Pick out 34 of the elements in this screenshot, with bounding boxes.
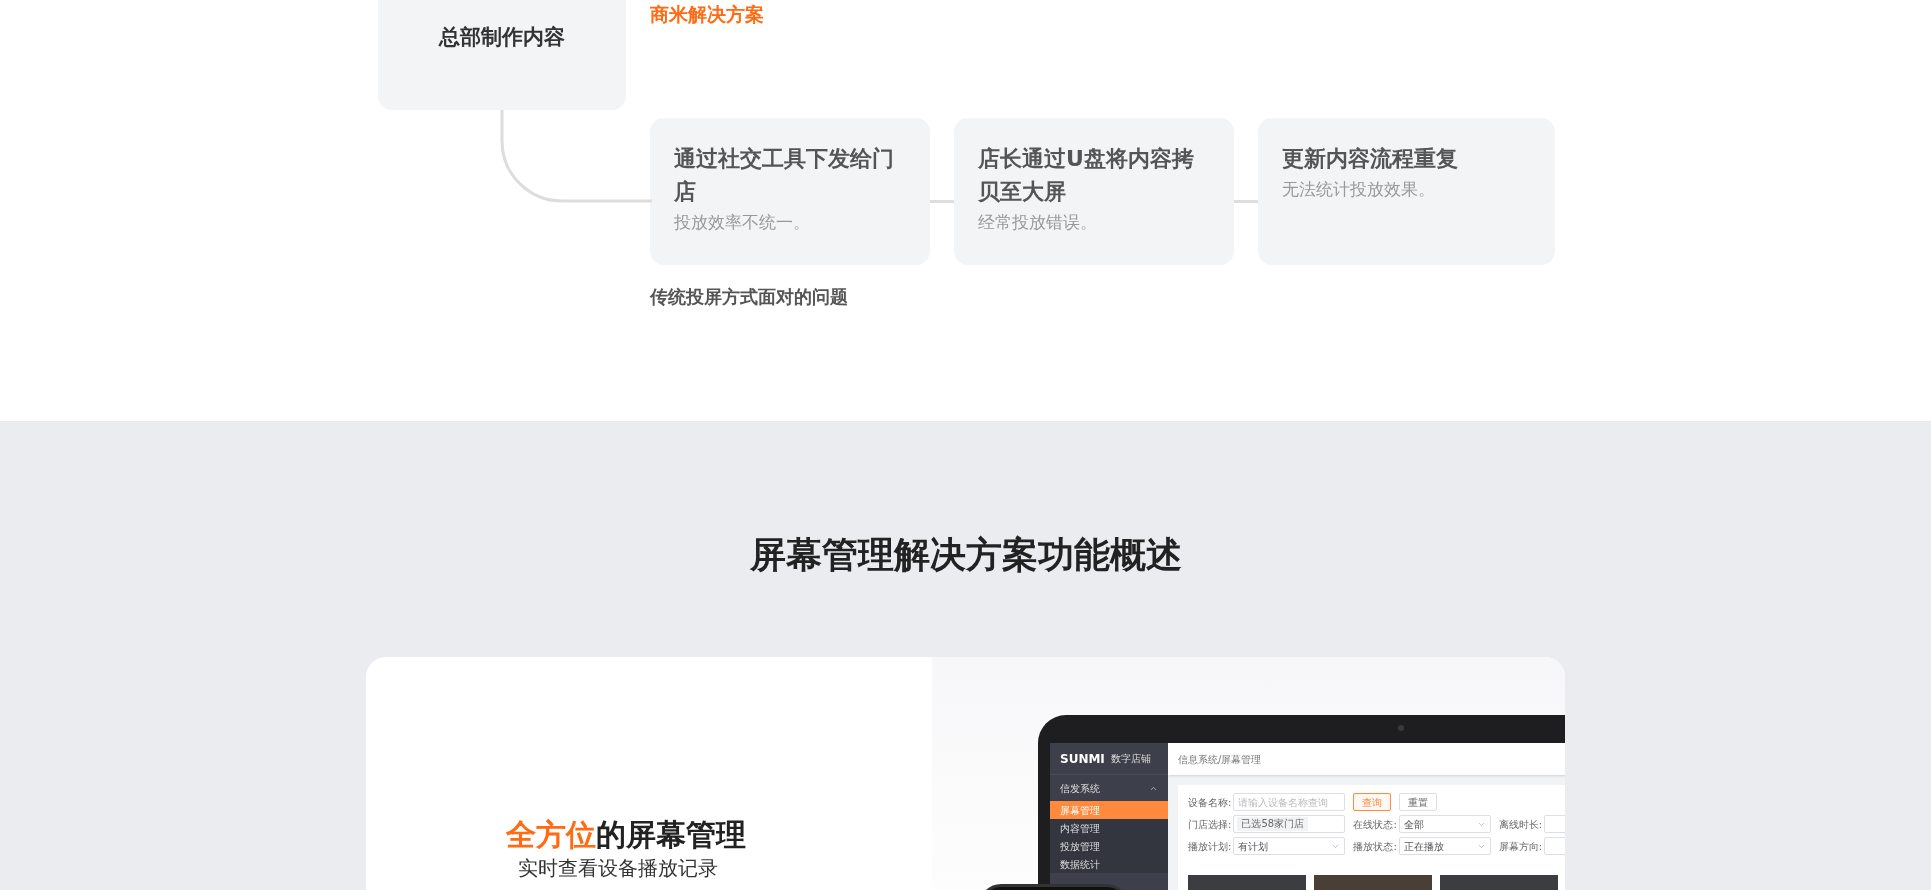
filter-label: 设备名称: (1188, 795, 1232, 810)
problems-caption: 传统投屏方式面对的问题 (650, 285, 848, 309)
problem-title: 通过社交工具下发给门店 (674, 145, 895, 206)
store-select-field[interactable]: 已选58家门店 (1233, 815, 1346, 833)
select-field[interactable]: 正在播放 (1398, 837, 1491, 855)
feature-title: 全方位的屏幕管理 (506, 816, 746, 854)
section-heading: 屏幕管理解决方案功能概述 (749, 533, 1182, 577)
hq-content-title: 总部制作内容 (439, 24, 565, 51)
filter-label: 屏幕方向: (1498, 839, 1543, 854)
problem-description: 投放效率不统一。 (674, 211, 811, 234)
camera-icon (1398, 725, 1404, 731)
menu-item[interactable]: 内容管理 (1050, 819, 1168, 837)
breadcrumb: 信息系统/屏幕管理 (1178, 752, 1262, 767)
filter-label: 门店选择: (1188, 817, 1232, 832)
solution-label: 商米解决方案 (650, 2, 764, 27)
problem-title: 店长通过U盘将内容拷贝至大屏 (978, 145, 1195, 206)
menu-group[interactable]: 信发系统 (1050, 775, 1168, 801)
logo-caption: 数字店铺 (1110, 752, 1151, 766)
select-field[interactable]: 全部 (1398, 815, 1491, 833)
problem-description: 经常投放错误。 (978, 211, 1098, 234)
app-logo: SUNMI (1060, 750, 1105, 768)
problem-title: 更新内容流程重复 (1282, 145, 1459, 173)
reset-button[interactable]: 重置 (1399, 793, 1438, 811)
problem-description: 无法统计投放效果。 (1282, 178, 1436, 201)
filter-label: 离线时长: (1498, 817, 1543, 832)
filter-label: 在线状态: (1353, 817, 1397, 832)
menu-item[interactable]: 数据统计 (1050, 855, 1168, 873)
select-field[interactable]: 有计划 (1233, 837, 1346, 855)
filter-label: 播放状态: (1353, 839, 1397, 854)
menu-item[interactable]: 投放管理 (1050, 837, 1168, 855)
device-name-field[interactable]: 请输入设备名称查询 (1233, 793, 1346, 811)
selected-stores-tag: 已选58家门店 (1237, 817, 1309, 831)
feature-subtitle: 实时查看设备播放记录 (518, 855, 718, 881)
filter-label: 播放计划: (1188, 839, 1232, 854)
